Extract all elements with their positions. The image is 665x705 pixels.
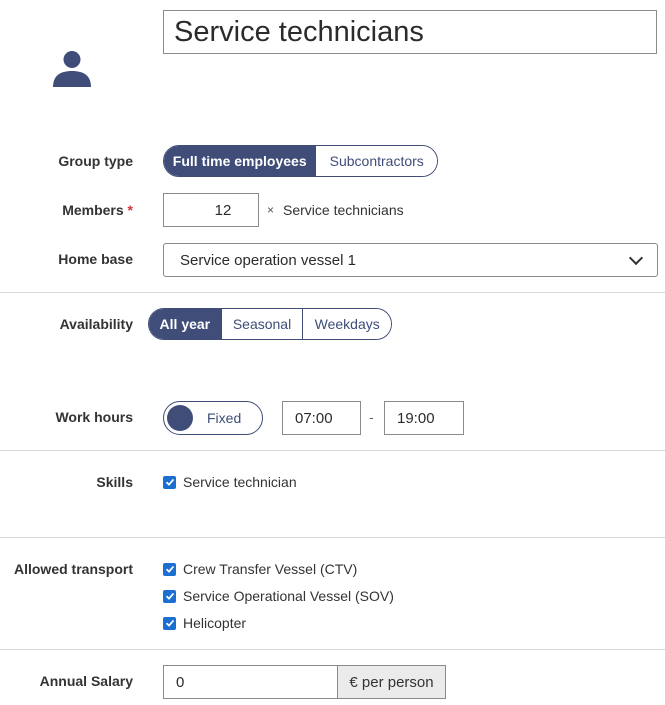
toggle-knob: [167, 405, 193, 431]
home-base-select[interactable]: Service operation vessel 1: [163, 243, 658, 277]
allowed-transport-label: Allowed transport: [13, 561, 133, 577]
transport-item: Helicopter: [163, 615, 246, 631]
time-range-separator: -: [369, 409, 374, 425]
salary-unit-addon: € per person: [338, 665, 446, 699]
required-marker: *: [127, 202, 133, 218]
chevron-down-icon: [628, 250, 644, 265]
home-base-label: Home base: [58, 251, 133, 267]
checkbox-label: Service technician: [183, 474, 297, 490]
availability-selector: All year Seasonal Weekdays: [148, 308, 392, 340]
transport-item: Service Operational Vessel (SOV): [163, 588, 394, 604]
members-suffix: Service technicians: [283, 202, 404, 218]
skills-label: Skills: [96, 474, 133, 490]
annual-salary-input[interactable]: [163, 665, 338, 699]
members-label: Members *: [62, 202, 133, 218]
work-hours-end-input[interactable]: [384, 401, 464, 435]
annual-salary-label: Annual Salary: [39, 673, 133, 689]
check-icon: [165, 478, 174, 486]
work-hours-fixed-toggle[interactable]: Fixed: [163, 401, 263, 435]
group-type-full-time-button[interactable]: Full time employees: [164, 146, 317, 176]
availability-seasonal-button[interactable]: Seasonal: [221, 309, 304, 339]
availability-all-year-button[interactable]: All year: [149, 309, 222, 339]
toggle-label: Fixed: [207, 410, 242, 426]
group-type-label: Group type: [58, 153, 133, 169]
checkbox-label: Crew Transfer Vessel (CTV): [183, 561, 358, 577]
skill-item: Service technician: [163, 474, 297, 490]
availability-weekdays-button[interactable]: Weekdays: [303, 309, 391, 339]
section-divider: [0, 450, 665, 451]
section-divider: [0, 649, 665, 650]
user-icon: [52, 49, 92, 89]
ctv-checkbox[interactable]: [163, 562, 176, 576]
availability-label: Availability: [59, 316, 133, 332]
work-hours-start-input[interactable]: [282, 401, 361, 435]
members-count-input[interactable]: [163, 193, 259, 227]
section-divider: [0, 292, 665, 293]
sov-checkbox[interactable]: [163, 589, 176, 603]
work-hours-label: Work hours: [55, 409, 133, 425]
group-name-input[interactable]: [163, 10, 657, 54]
check-icon: [165, 592, 174, 600]
home-base-selected-value: Service operation vessel 1: [180, 251, 356, 269]
group-type-selector: Full time employees Subcontractors: [163, 145, 438, 177]
check-icon: [165, 619, 174, 627]
multiply-sign: ×: [267, 203, 275, 217]
helicopter-checkbox[interactable]: [163, 616, 176, 630]
check-icon: [165, 565, 174, 573]
group-type-subcontractors-button[interactable]: Subcontractors: [316, 146, 437, 176]
service-technician-checkbox[interactable]: [163, 475, 176, 489]
transport-item: Crew Transfer Vessel (CTV): [163, 561, 357, 577]
checkbox-label: Service Operational Vessel (SOV): [183, 588, 394, 604]
section-divider: [0, 537, 665, 538]
checkbox-label: Helicopter: [183, 615, 247, 631]
